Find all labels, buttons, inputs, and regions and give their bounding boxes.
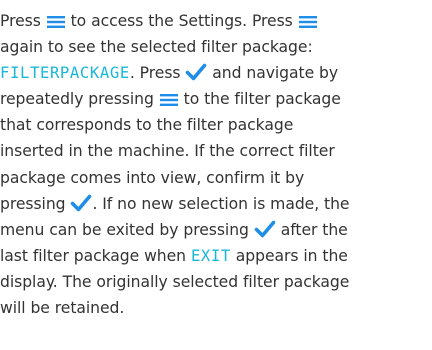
- text-line: repeatedly pressing to the filter packag…: [0, 86, 426, 112]
- text-run: to access the Settings. Press: [65, 12, 298, 30]
- menu-icon: [298, 15, 318, 29]
- text-run: will be retained.: [0, 299, 125, 318]
- text-line: inserted in the machine. If the correct …: [0, 138, 426, 164]
- text-line: pressing . If no new selection is made, …: [0, 191, 426, 217]
- text-line: last filter package when EXIT appears in…: [0, 243, 426, 269]
- text-run: that corresponds to the filter package: [0, 116, 294, 135]
- text-run: display. The originally selected filter …: [0, 272, 350, 291]
- text-run: again to see the selected filter package…: [0, 38, 313, 57]
- text-line: display. The originally selected filter …: [0, 269, 426, 295]
- checkmark-icon: [185, 63, 207, 81]
- text-line: menu can be exited by pressing after the: [0, 217, 426, 243]
- display-readout-filterpackage: FILTERPACKAGE: [0, 64, 130, 83]
- text-run: pressing: [0, 194, 71, 213]
- text-run: . If no new selection is made, the: [92, 194, 350, 213]
- menu-icon: [46, 15, 66, 29]
- text-run: repeatedly pressing: [0, 90, 159, 109]
- text-run: after the: [275, 220, 348, 239]
- text-line: package comes into view, confirm it by: [0, 165, 426, 191]
- text-run: package comes into view, confirm it by: [0, 168, 305, 187]
- text-run: appears in the: [230, 246, 348, 265]
- text-line: FILTERPACKAGE. Press and navigate by: [0, 60, 426, 86]
- text-line: Press to access the Settings. Press: [0, 8, 426, 34]
- text-line: will be retained.: [0, 295, 426, 321]
- text-line: again to see the selected filter package…: [0, 34, 426, 60]
- checkmark-icon: [254, 220, 276, 238]
- instruction-paragraph: Press to access the Settings. Press agai…: [0, 8, 426, 321]
- text-run: and navigate by: [207, 64, 339, 83]
- text-run: inserted in the machine. If the correct …: [0, 142, 335, 161]
- text-line: that corresponds to the filter package: [0, 112, 426, 138]
- text-run: to the filter package: [178, 90, 341, 109]
- text-run: menu can be exited by pressing: [0, 220, 254, 239]
- display-readout-exit: EXIT: [190, 246, 231, 265]
- text-run: last filter package when: [0, 246, 191, 265]
- text-run: Press: [0, 12, 46, 30]
- checkmark-icon: [70, 194, 92, 212]
- text-run: . Press: [129, 64, 186, 83]
- menu-icon: [159, 93, 179, 107]
